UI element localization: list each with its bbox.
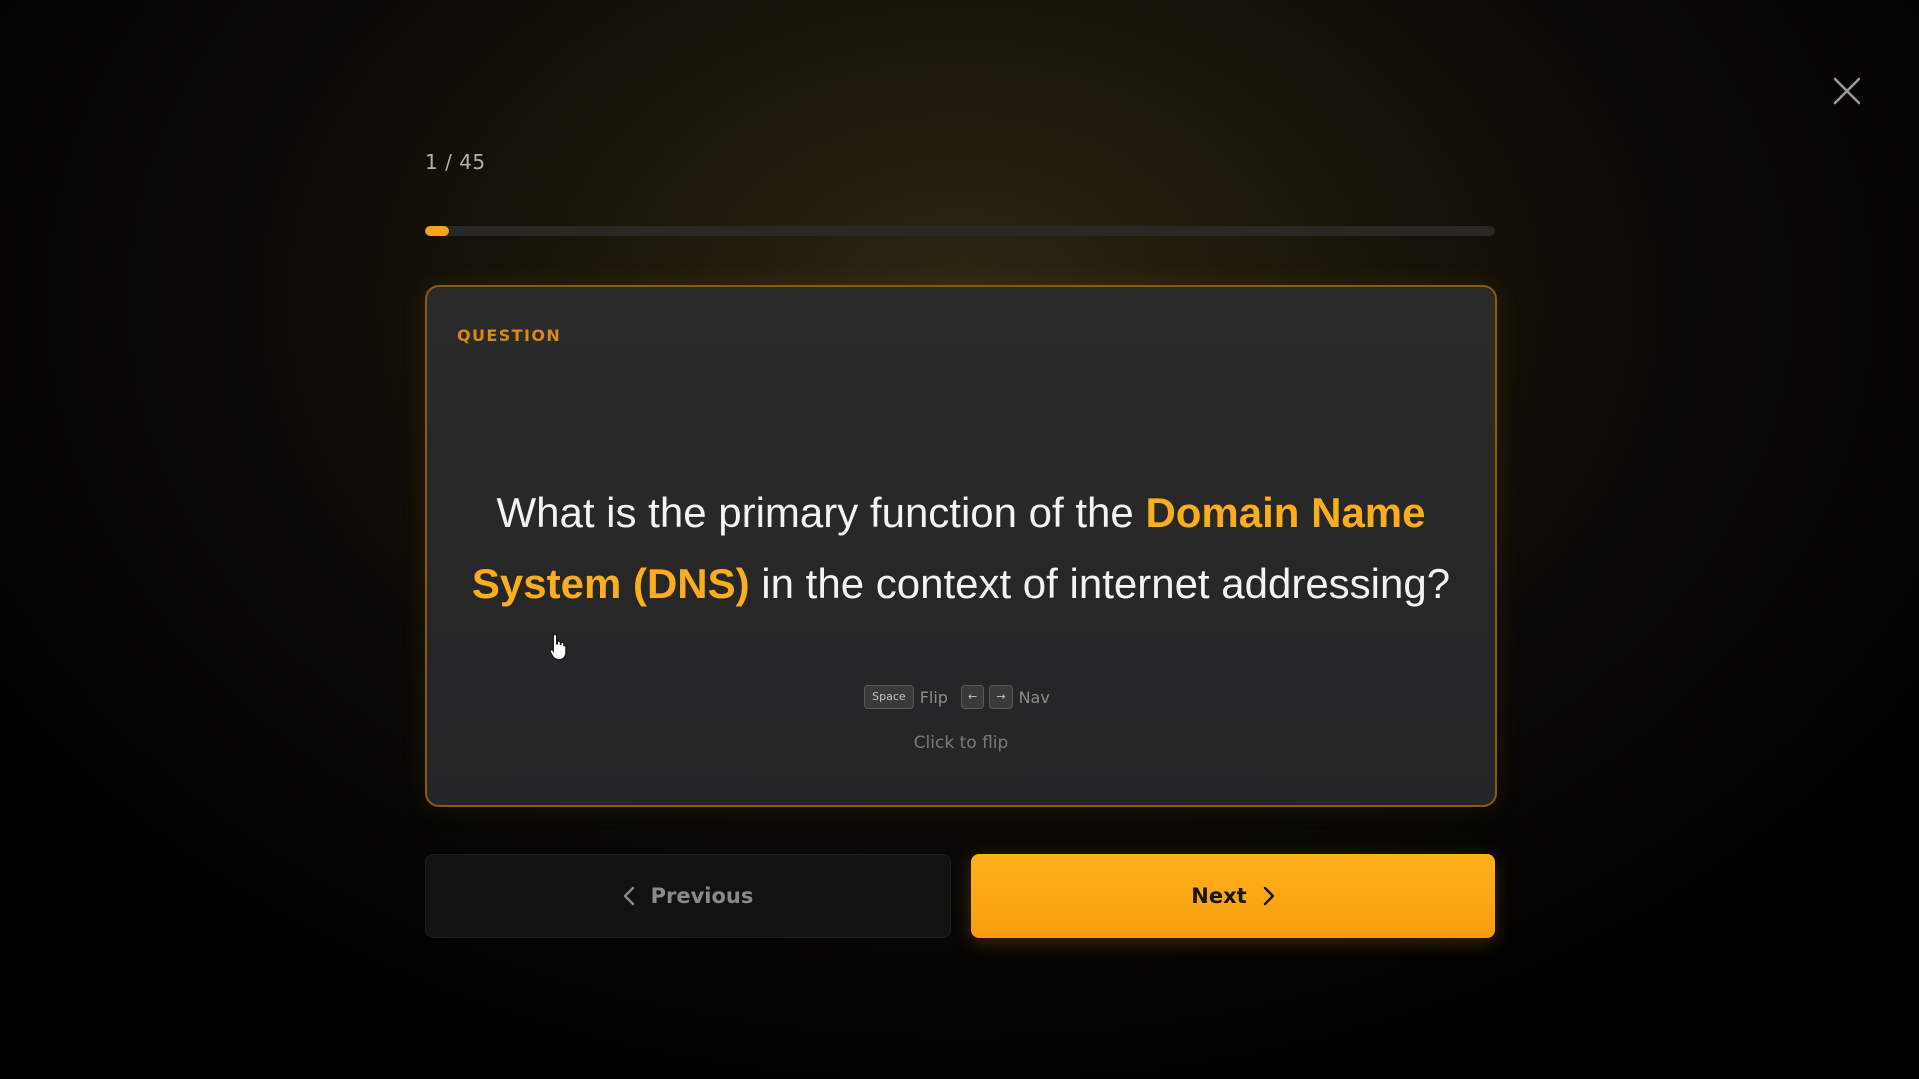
chevron-right-icon — [1263, 886, 1274, 906]
close-button[interactable] — [1826, 70, 1868, 112]
nav-hint-label: Nav — [1018, 687, 1050, 707]
keyboard-hints: Space Flip ← → Nav — [427, 685, 1495, 709]
hand-pointer-icon — [549, 633, 567, 661]
space-key-badge: Space — [864, 685, 914, 709]
next-button-label: Next — [1191, 884, 1247, 908]
question-text: What is the primary function of the Doma… — [467, 477, 1455, 619]
question-text-part: What is the primary function of the — [496, 489, 1146, 536]
flashcard-overlay: 1 / 45 QUESTION What is the primary func… — [0, 0, 1919, 1079]
question-text-part: in the context of internet addressing? — [749, 560, 1451, 607]
progress-bar-fill — [425, 226, 449, 236]
next-button[interactable]: Next — [971, 854, 1495, 938]
right-arrow-key-badge: → — [989, 685, 1013, 709]
previous-button-label: Previous — [650, 884, 754, 908]
card-counter: 1 / 45 — [425, 150, 486, 174]
flashcard[interactable]: QUESTION What is the primary function of… — [425, 285, 1497, 807]
click-to-flip-hint: Click to flip — [913, 733, 1009, 753]
previous-button[interactable]: Previous — [425, 854, 951, 938]
progress-bar — [425, 226, 1495, 236]
close-icon — [1833, 77, 1861, 105]
left-arrow-key-badge: ← — [961, 685, 985, 709]
chevron-left-icon — [623, 886, 634, 906]
card-side-label: QUESTION — [457, 326, 562, 345]
flip-hint-label: Flip — [919, 687, 948, 707]
